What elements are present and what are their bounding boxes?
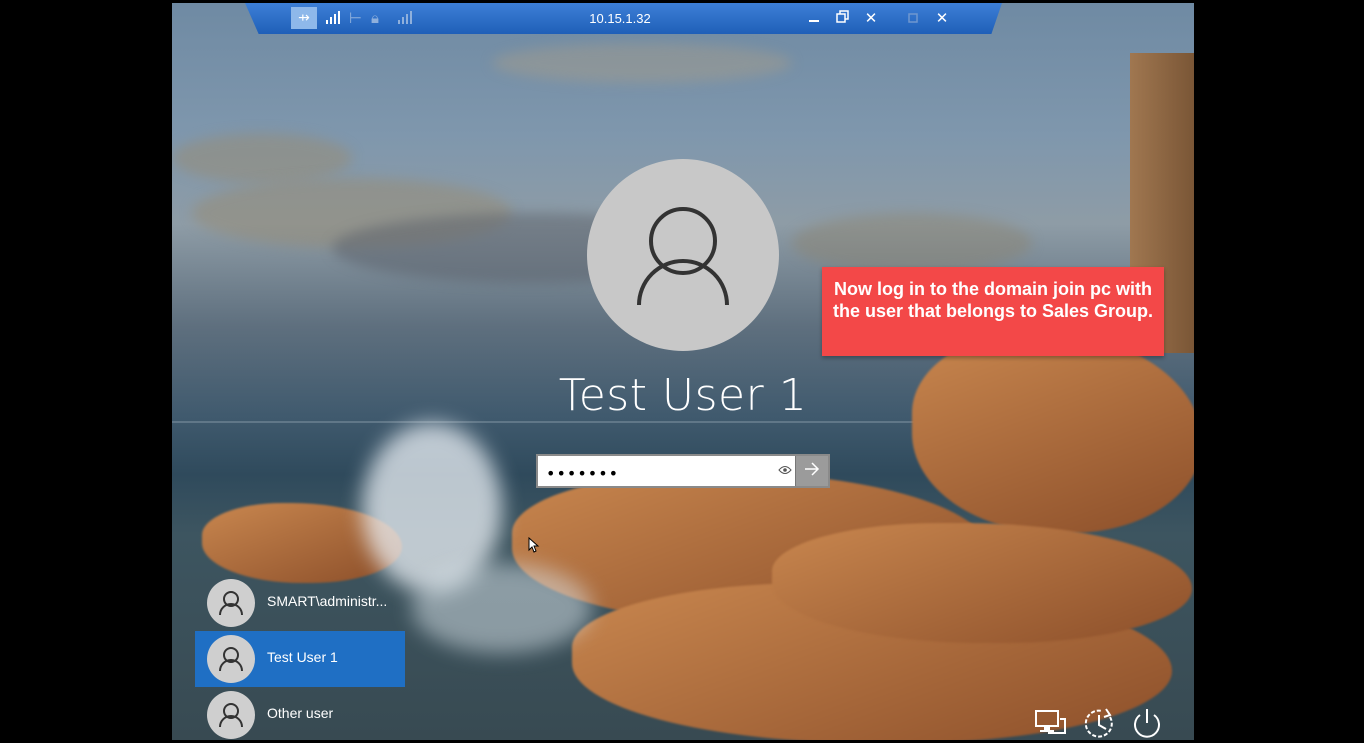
user-display-name: Test User 1: [558, 370, 808, 421]
user-list-label: SMART\administr...: [267, 593, 388, 609]
rock: [912, 333, 1194, 533]
password-input[interactable]: [544, 461, 776, 485]
annotation-callout: Now log in to the domain join pc with th…: [822, 267, 1164, 356]
user-list-item-smart-administrator[interactable]: SMART\administr...: [195, 575, 405, 631]
user-list-item-test-user-1[interactable]: Test User 1: [195, 631, 405, 687]
close-connection-icon[interactable]: ✕: [931, 7, 953, 29]
person-icon: [219, 647, 243, 672]
wave-spray: [412, 563, 592, 653]
person-icon: [219, 703, 243, 728]
eye-icon[interactable]: [776, 463, 794, 479]
connection-title: 10.15.1.32: [589, 11, 651, 26]
power-icon[interactable]: [1130, 707, 1164, 739]
cloud: [792, 213, 1032, 273]
close-icon[interactable]: ✕: [860, 7, 882, 29]
password-box[interactable]: [536, 454, 830, 488]
lock-icon: 🔒︎: [371, 9, 379, 27]
minimize-icon[interactable]: [803, 7, 825, 29]
mouse-cursor: [528, 536, 540, 557]
person-icon: [637, 207, 729, 306]
rock: [772, 523, 1192, 643]
network-icon[interactable]: [1034, 707, 1068, 739]
cloud: [492, 43, 792, 83]
arrow-right-icon: [805, 462, 820, 476]
remote-desktop-connection-bar[interactable]: ⇸ ⊢ 🔒︎ 10.15.1.32 ✕ ✕: [245, 3, 1002, 34]
signal-bars-icon[interactable]: [325, 9, 341, 29]
flag-icon: ⊢: [349, 9, 363, 27]
user-avatar: [587, 159, 779, 351]
signal-faded-icon: [397, 9, 413, 29]
submit-button[interactable]: [795, 456, 828, 486]
ease-of-access-icon[interactable]: [1082, 707, 1116, 739]
restore-faded-icon: [903, 7, 925, 29]
avatar: [207, 691, 255, 739]
restore-icon[interactable]: [831, 7, 853, 29]
avatar: [207, 579, 255, 627]
user-list-label: Test User 1: [267, 649, 338, 665]
avatar: [207, 635, 255, 683]
cloud: [172, 133, 352, 183]
user-list-item-other-user[interactable]: Other user: [195, 687, 405, 743]
user-list-label: Other user: [267, 705, 334, 721]
person-icon: [219, 591, 243, 616]
pin-icon[interactable]: ⇸: [291, 7, 317, 29]
